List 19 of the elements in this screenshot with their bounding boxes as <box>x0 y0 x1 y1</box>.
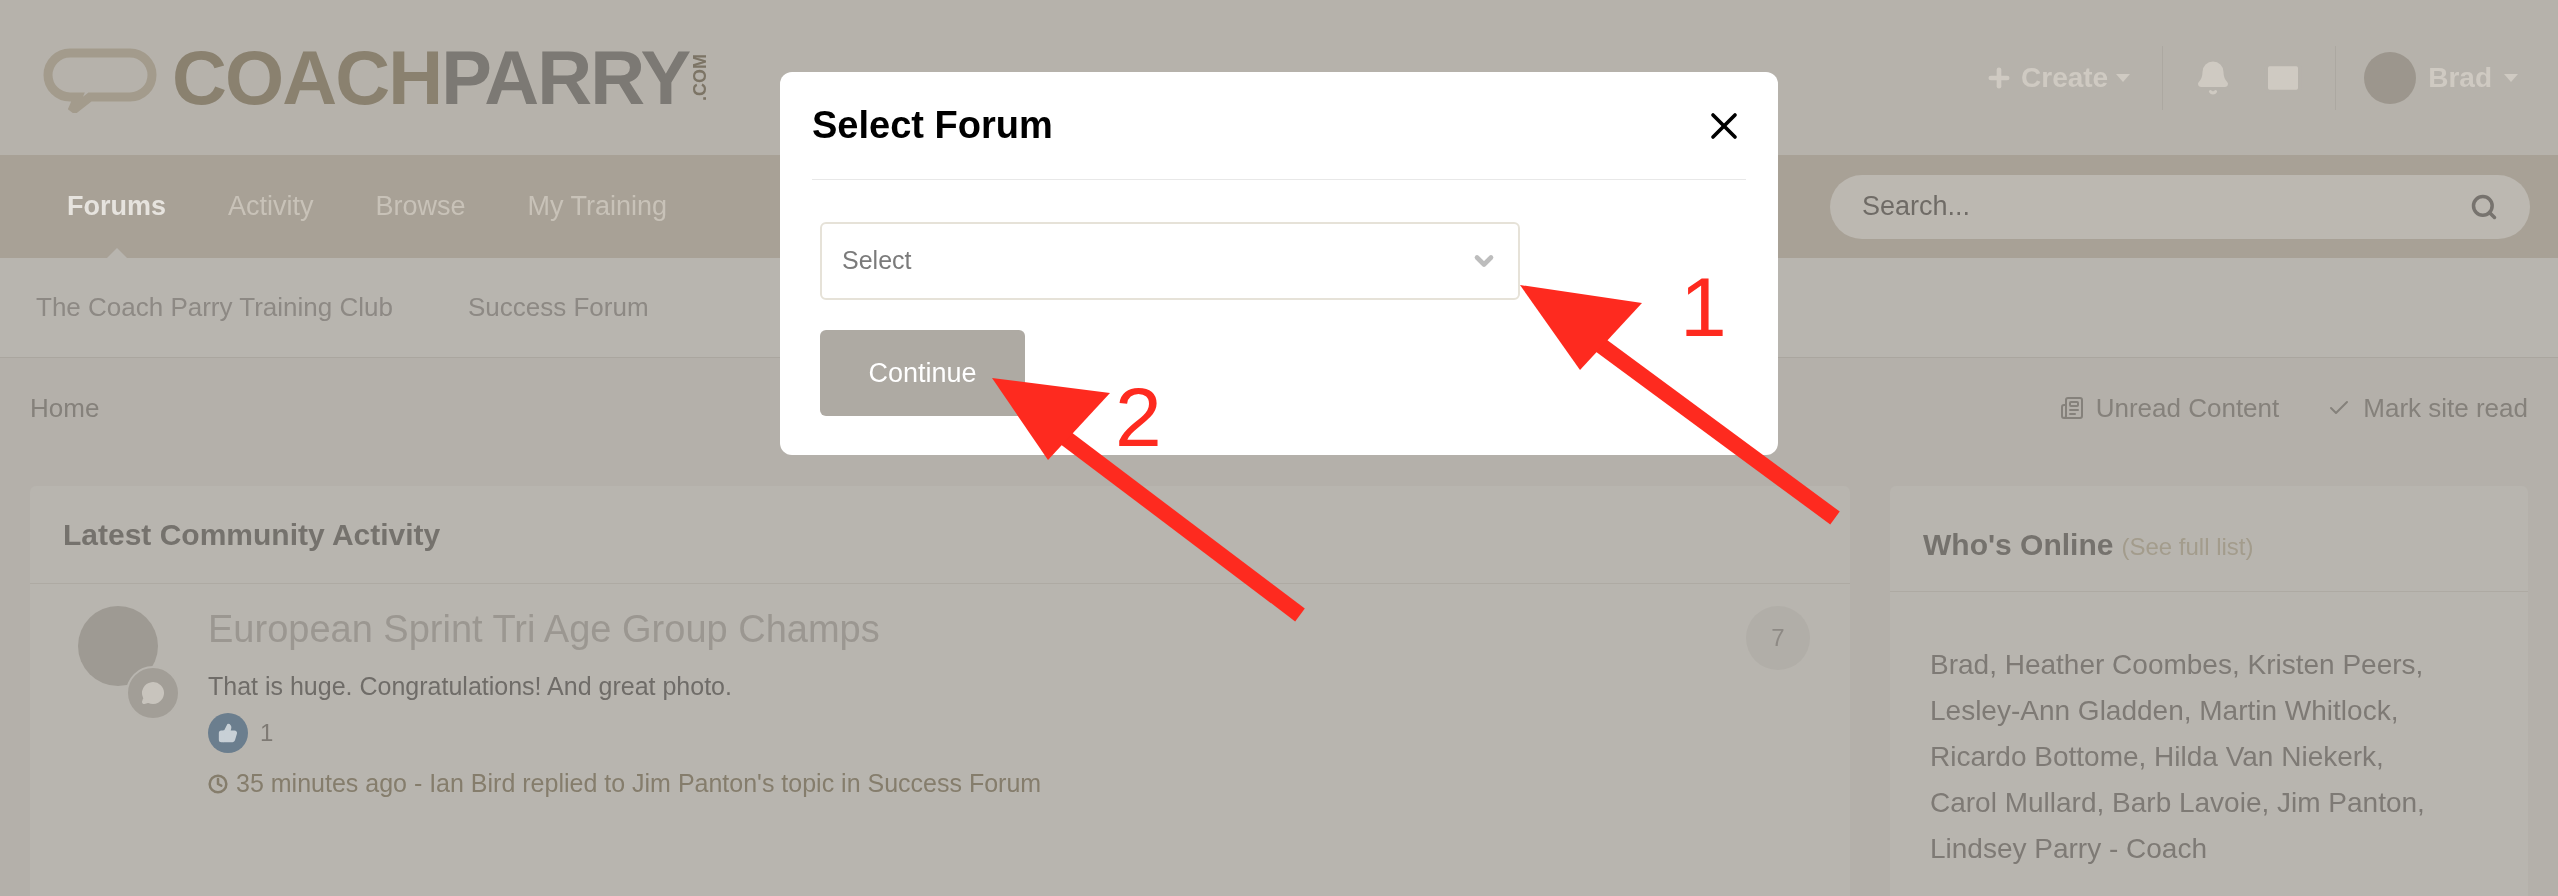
continue-button[interactable]: Continue <box>820 330 1025 416</box>
like-count: 1 <box>260 718 274 748</box>
activity-meta: 35 minutes ago - Ian Bird replied to Jim Panton's topic in Success Forum <box>236 768 1042 799</box>
site-logo[interactable]: COACHPARRY .COM <box>40 39 725 116</box>
like-icon[interactable] <box>208 713 248 753</box>
search-icon[interactable] <box>2470 192 2498 221</box>
panel-title: Latest Community Activity <box>63 517 441 553</box>
annotation-number: 2 <box>1115 375 1162 459</box>
dialog-title: Select Forum <box>812 103 1053 148</box>
caret-icon <box>2116 73 2131 82</box>
online-users-list: Brad, Heather Coombes, Kristen Peers, Lesley-Ann Gladden, Martin Whitlock, Ricardo Bottome, Hilda Van Niekerk, Carol Mullard, Barb Lavoie, Jim Panton, Lindsey Parry - Coach <box>1890 592 2490 872</box>
caret-icon <box>2504 73 2518 82</box>
post-text: That is huge. Congratulations! And great photo. <box>208 670 733 702</box>
clock-icon <box>208 773 228 794</box>
search-field[interactable]: Search... <box>1830 174 2530 239</box>
annotation-number: 1 <box>1680 265 1727 349</box>
panel-title: Who's Online <box>1923 527 2114 563</box>
forum-select[interactable]: Select <box>820 222 1520 300</box>
newspaper-icon <box>2059 396 2084 420</box>
